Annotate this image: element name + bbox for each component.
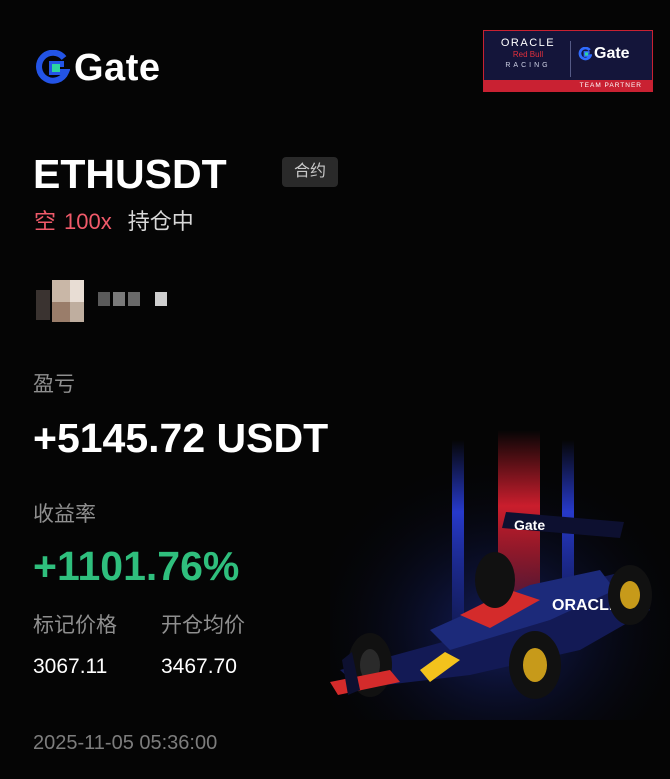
f1-car-image: Gate ORACLE: [330, 420, 670, 720]
pnl-label: 盈亏: [33, 373, 75, 396]
roi-value: +1101.76%: [33, 543, 240, 589]
avatar: [34, 280, 88, 324]
partner-gate-logo: Gate: [578, 45, 630, 63]
racing-text: RACING: [505, 62, 551, 69]
status-label: 持仓中: [127, 209, 194, 234]
gate-small-icon: [578, 47, 592, 61]
gate-logo: Gate: [34, 48, 160, 88]
contract-tag: 合约: [282, 157, 338, 187]
partner-divider: [570, 41, 571, 77]
share-card: Gate ORACLE Red Bull RACING Gate TEAM PA…: [0, 0, 670, 779]
roi-label: 收益率: [33, 503, 96, 526]
position-info: 空 100x 持仓中: [34, 208, 194, 236]
entry-price-value: 3467.70: [161, 655, 237, 678]
gate-logo-icon: [36, 50, 70, 84]
partner-gate-text: Gate: [594, 45, 630, 62]
pnl-value: +5145.72 USDT: [33, 415, 329, 461]
oracle-redbull-logo: ORACLE Red Bull RACING: [490, 37, 566, 70]
username-masked: [98, 292, 170, 306]
side-label: 空: [34, 209, 57, 234]
partner-badge: ORACLE Red Bull RACING Gate TEAM PARTNER: [483, 30, 653, 92]
entry-price-label: 开仓均价: [161, 614, 245, 637]
svg-text:Gate: Gate: [514, 517, 545, 533]
leverage-label: 100x: [64, 209, 112, 234]
redbull-text: Red Bull: [512, 50, 544, 59]
team-partner-text: TEAM PARTNER: [484, 80, 652, 91]
timestamp: 2025-11-05 05:36:00: [33, 732, 218, 754]
logo-text: Gate: [74, 47, 161, 89]
oracle-text: ORACLE: [500, 37, 556, 49]
mark-price-value: 3067.11: [33, 655, 108, 678]
mark-price-label: 标记价格: [33, 614, 117, 637]
symbol-title: ETHUSDT: [33, 151, 227, 197]
